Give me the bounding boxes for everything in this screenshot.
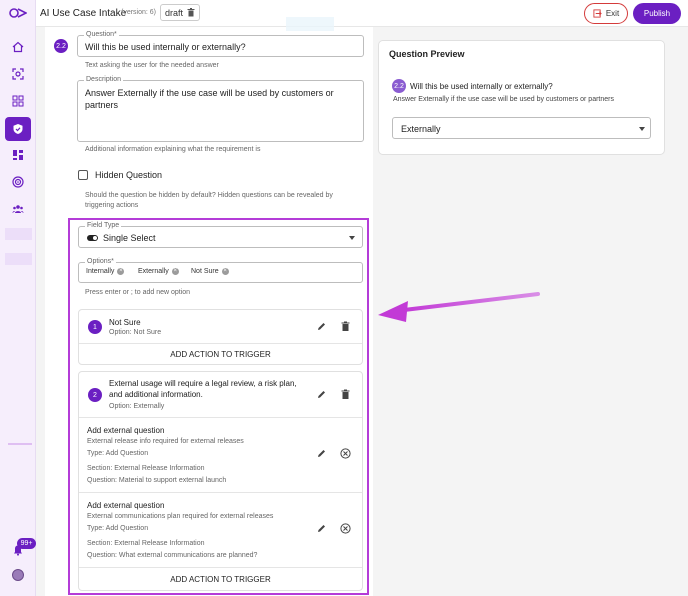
- description-field[interactable]: Description Answer Externally if the use…: [77, 76, 364, 142]
- exit-label: Exit: [605, 9, 620, 18]
- people-icon[interactable]: [9, 200, 27, 218]
- dashboard-icon[interactable]: [9, 146, 27, 164]
- preview-selected-value: Externally: [401, 124, 441, 134]
- hidden-question-helper: Should the question be hidden by default…: [85, 192, 333, 209]
- draft-badge[interactable]: draft: [160, 4, 201, 21]
- page-title: AI Use Case Intake: [40, 8, 127, 19]
- publish-button[interactable]: Publish: [633, 3, 681, 24]
- exit-button[interactable]: Exit: [584, 3, 628, 24]
- version-label: (version: 6): [121, 9, 157, 16]
- preview-title: Question Preview: [389, 49, 465, 59]
- annotation-highlight-box: [68, 218, 369, 595]
- top-bar: AI Use Case Intake (version: 6) draft Ex…: [36, 0, 688, 27]
- question-field[interactable]: Question* Will this be used internally o…: [77, 31, 364, 57]
- question-helper: Text asking the user for the needed answ…: [85, 62, 219, 69]
- hidden-question-checkbox[interactable]: [78, 170, 88, 180]
- preview-number: 2.2: [392, 79, 406, 93]
- sidebar: 99+: [0, 0, 36, 596]
- question-preview-panel: Question Preview 2.2 Will this be used i…: [378, 40, 665, 155]
- avatar[interactable]: [12, 569, 24, 581]
- artifact-strip: [286, 17, 334, 31]
- artifact-strip: [8, 443, 32, 445]
- home-icon[interactable]: [9, 38, 27, 56]
- artifact-strip: [5, 253, 32, 265]
- scan-icon[interactable]: [9, 65, 27, 83]
- exit-icon: [593, 9, 602, 18]
- question-field-label: Question*: [84, 31, 119, 38]
- preview-description: Answer Externally if the use case will b…: [393, 96, 614, 103]
- app-logo-icon[interactable]: [9, 6, 28, 20]
- description-helper: Additional information explaining what t…: [85, 146, 261, 153]
- chevron-down-icon: [639, 127, 645, 131]
- target-icon[interactable]: [9, 173, 27, 191]
- notification-badge: 99+: [17, 538, 36, 549]
- apps-icon[interactable]: [9, 92, 27, 110]
- annotation-arrow-icon: [378, 292, 540, 322]
- trash-icon: [187, 8, 195, 17]
- hidden-question-label: Hidden Question: [95, 170, 163, 180]
- draft-label: draft: [165, 7, 184, 18]
- preview-question: Will this be used internally or external…: [410, 82, 553, 91]
- artifact-strip: [5, 228, 32, 240]
- question-field-value: Will this be used internally or external…: [85, 42, 246, 52]
- question-number: 2.2: [54, 39, 68, 53]
- description-field-value: Answer Externally if the use case will b…: [85, 88, 334, 110]
- description-field-label: Description: [84, 76, 124, 83]
- preview-select[interactable]: Externally: [392, 117, 651, 139]
- shield-icon[interactable]: [5, 117, 31, 141]
